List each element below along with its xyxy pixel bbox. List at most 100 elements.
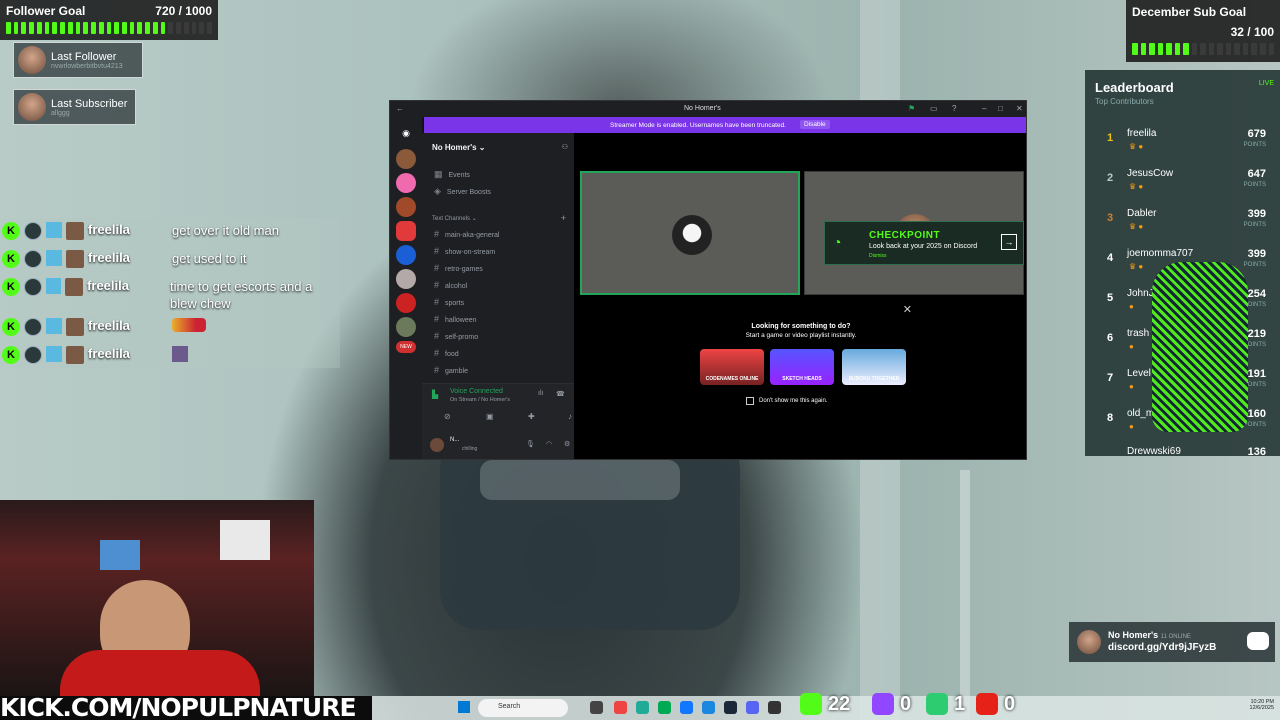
add-channel-icon[interactable]: + — [561, 213, 566, 223]
server-name[interactable]: No Homer's ⌄ — [432, 143, 486, 152]
server-icon[interactable] — [396, 269, 416, 289]
settings-icon[interactable]: ⚙ — [564, 440, 570, 448]
rank: 6 — [1107, 332, 1114, 344]
person-icon — [926, 693, 948, 715]
activity-card-sudoku[interactable]: SUDOKU TOGETHER — [842, 349, 906, 385]
checkpoint-card[interactable]: ◔ CHECKPOINT Look back at your 2025 on D… — [824, 221, 1024, 265]
noise-suppression-icon[interactable]: ılı — [538, 390, 543, 397]
activity-popup: ✕ Looking for something to do? Start a g… — [686, 303, 916, 435]
discord-home-icon[interactable]: ◉ — [396, 123, 416, 143]
discord-window[interactable]: ← No Homer's ⚑ ▭ ? – □ ✕ ◉ NEW Streamer … — [389, 100, 1027, 460]
app-icon[interactable] — [702, 701, 715, 714]
user-icon — [24, 346, 42, 364]
channel-item[interactable]: # main-aka-general — [434, 229, 500, 239]
app-icon[interactable] — [614, 701, 627, 714]
kick-icon: K — [2, 250, 20, 268]
banner-text: Streamer Mode is enabled. Usernames have… — [610, 122, 786, 129]
signal-icon: ▙ — [432, 390, 439, 399]
points-label: POINTS — [1243, 142, 1266, 148]
window-titlebar[interactable]: ← No Homer's ⚑ ▭ ? – □ ✕ — [390, 101, 1026, 117]
soundboard-icon[interactable]: ♪ — [568, 412, 572, 421]
channel-item[interactable]: # alcohol — [434, 280, 467, 290]
server-boosts-label: Server Boosts — [446, 189, 491, 196]
channel-item[interactable]: # self-promo — [434, 331, 478, 341]
activity-card-sketch-heads[interactable]: SKETCH HEADS — [770, 349, 834, 385]
server-icon[interactable] — [396, 197, 416, 217]
avatar[interactable] — [430, 438, 444, 452]
contributor-name: JesusCow — [1127, 168, 1174, 179]
category-header[interactable]: Text Channels ⌄ — [432, 215, 477, 222]
last-follower-label: Last Follower — [51, 50, 117, 63]
headphones-icon[interactable]: ◠ — [546, 440, 552, 448]
inbox-icon[interactable]: ▭ — [930, 104, 938, 113]
flag-icon[interactable]: ⚑ — [908, 104, 915, 113]
help-icon[interactable]: ? — [952, 104, 956, 113]
chat-overlay: K freelila get over it old man K freelil… — [0, 218, 340, 368]
checkpoint-title: CHECKPOINT — [869, 230, 941, 241]
streamer-mode-banner: Streamer Mode is enabled. Usernames have… — [424, 117, 1026, 133]
app-icon[interactable] — [768, 701, 781, 714]
disconnect-icon[interactable]: ☎ — [556, 390, 565, 398]
chat-message: K freelila get over it old man — [2, 222, 279, 240]
system-clock[interactable]: 10:20 PM 12/6/2025 — [1250, 699, 1274, 711]
arrow-right-icon[interactable]: → — [1001, 234, 1017, 250]
server-icon[interactable] — [396, 173, 416, 193]
app-icon[interactable] — [658, 701, 671, 714]
server-icon[interactable] — [396, 317, 416, 337]
activities-icon[interactable]: ✚ — [528, 412, 535, 421]
hand-rail — [960, 470, 970, 720]
voice-stage: ✕ Looking for something to do? Start a g… — [574, 133, 1026, 459]
camera-icon[interactable]: ⊘ — [444, 412, 451, 421]
channel-item[interactable]: # halloween — [434, 314, 477, 324]
microphone-icon[interactable]: 🎙 — [526, 440, 535, 448]
youtube-viewers: 0 — [976, 692, 1015, 716]
channel-item[interactable]: # sports — [434, 297, 464, 307]
add-member-icon[interactable]: ⚇ — [562, 143, 568, 151]
invite-link: discord.gg/Ydr9jJFyzB — [1108, 642, 1217, 653]
channel-item[interactable]: # food — [434, 348, 459, 358]
twitch-viewers: 0 — [872, 692, 911, 716]
screen-share-icon[interactable]: ▣ — [486, 412, 494, 421]
server-icon[interactable] — [396, 221, 416, 241]
server-boosts-item[interactable]: ◈ Server Boosts — [434, 186, 491, 197]
new-badge[interactable]: NEW — [396, 341, 416, 353]
minimize-icon[interactable]: – — [982, 104, 986, 113]
server-icon[interactable] — [396, 293, 416, 313]
start-icon[interactable] — [458, 701, 470, 713]
events-item[interactable]: ▦ Events — [434, 169, 470, 180]
close-icon[interactable]: ✕ — [1016, 104, 1023, 113]
activity-card-codenames[interactable]: CODENAMES ONLINE — [700, 349, 764, 385]
avatar — [65, 278, 84, 296]
activity-title: Looking for something to do? — [751, 323, 851, 330]
app-icon[interactable] — [590, 701, 603, 714]
back-arrow-icon[interactable]: ← — [396, 104, 404, 113]
participant-tile[interactable] — [580, 171, 800, 295]
checkbox-icon[interactable] — [746, 397, 754, 405]
user-icon — [24, 318, 42, 336]
chat-username: freelila — [88, 250, 130, 265]
badge-icon — [46, 250, 62, 266]
last-subscriber-card: Last Subscriber allggg — [13, 89, 136, 125]
discord-icon[interactable] — [746, 701, 759, 714]
chat-message: K freelila get used to it — [2, 250, 246, 268]
app-icon[interactable] — [636, 701, 649, 714]
server-name-label: No Homer's — [432, 143, 477, 152]
close-icon[interactable]: ✕ — [903, 303, 912, 316]
maximize-icon[interactable]: □ — [998, 104, 1003, 113]
dont-show-checkbox[interactable]: Don't show me this again. — [746, 397, 828, 405]
steam-icon[interactable] — [724, 701, 737, 714]
checkpoint-dismiss[interactable]: Dismiss — [869, 253, 887, 259]
crown-icon: ♛ ● — [1129, 142, 1144, 151]
app-icon[interactable] — [680, 701, 693, 714]
channel-item[interactable]: # gamble — [434, 365, 468, 375]
flame-icon: ● — [1129, 382, 1134, 391]
server-icon[interactable] — [396, 245, 416, 265]
search-box[interactable]: Search — [478, 699, 568, 717]
voice-channel-label: On Stream / No Homer's — [450, 397, 511, 403]
twitch-count: 0 — [900, 692, 912, 715]
leaderboard-row: 3 Dabler ♛ ● 399 POINTS — [1085, 208, 1280, 248]
channel-item[interactable]: # retro-games — [434, 263, 483, 273]
channel-item[interactable]: # show-on-stream — [434, 246, 495, 256]
disable-button[interactable]: Disable — [800, 120, 830, 129]
server-icon[interactable] — [396, 149, 416, 169]
